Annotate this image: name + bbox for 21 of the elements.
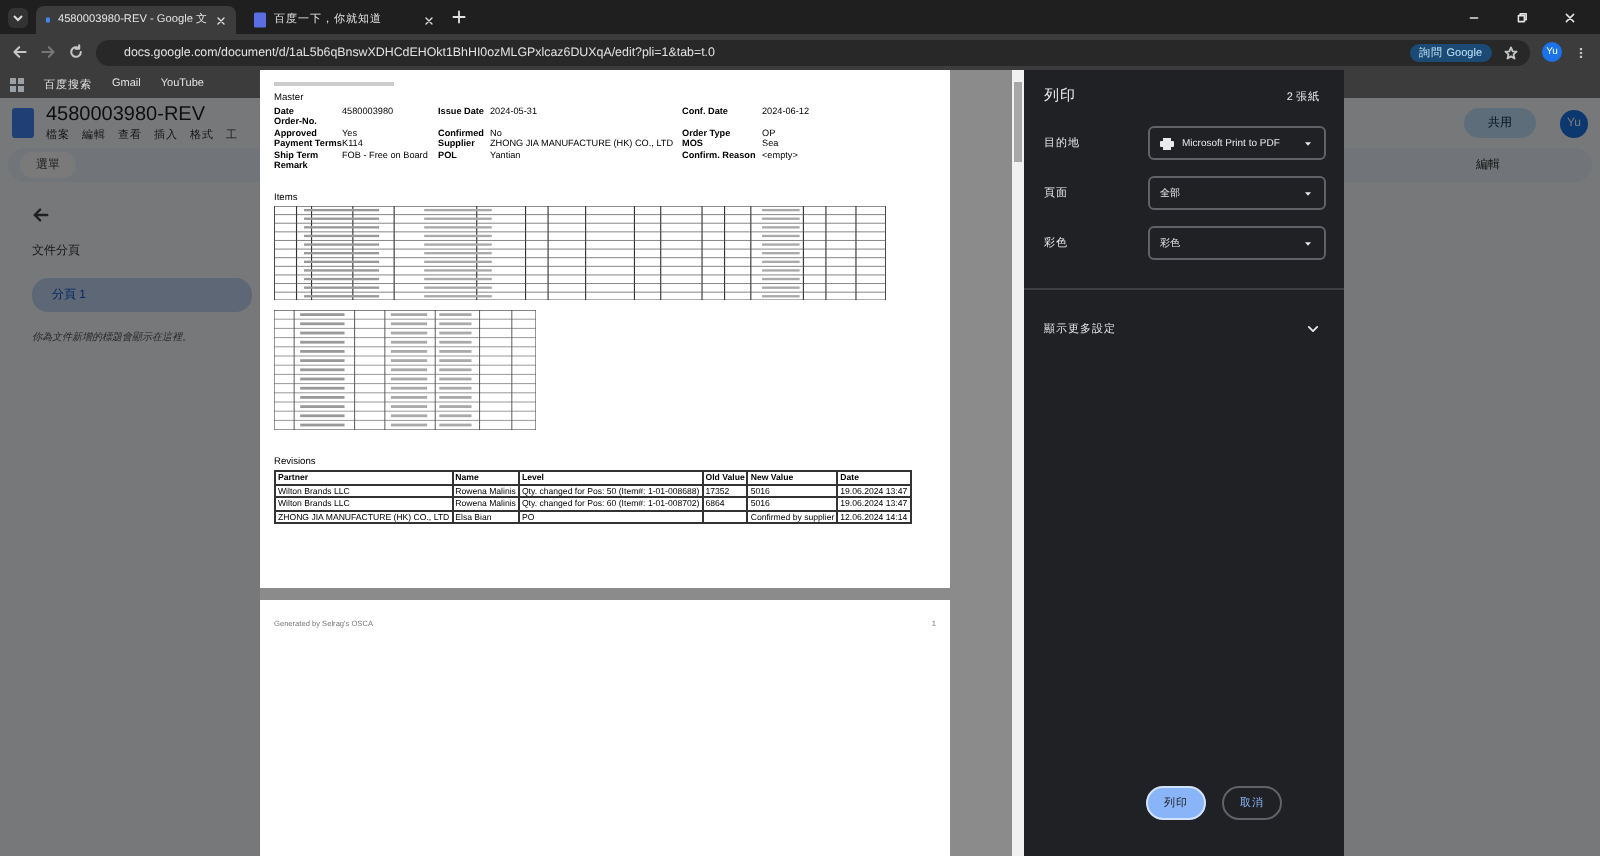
menu-icon[interactable] — [1574, 45, 1588, 59]
dropdown-caret-icon — [1302, 187, 1314, 199]
reload-icon[interactable] — [68, 44, 84, 60]
printer-icon — [1160, 137, 1174, 149]
restore-icon[interactable] — [1516, 11, 1528, 23]
document-title[interactable]: 4580003980-REV — [46, 104, 238, 126]
document-icon — [12, 108, 34, 138]
forward-icon[interactable] — [40, 44, 56, 60]
apps-icon[interactable] — [10, 77, 24, 91]
new-tab-icon[interactable] — [452, 10, 466, 24]
scrollbar[interactable] — [1012, 70, 1024, 856]
minimize-icon[interactable] — [1468, 11, 1480, 23]
dropdown-caret-icon — [1302, 237, 1314, 249]
close-icon[interactable] — [216, 15, 226, 25]
tab-search-icon[interactable] — [8, 7, 28, 27]
chevron-down-caret-icon — [1306, 322, 1320, 336]
table-cell — [702, 510, 748, 523]
star-icon[interactable] — [1504, 45, 1518, 59]
back-icon[interactable] — [32, 206, 50, 224]
close-icon[interactable] — [1564, 11, 1576, 23]
close-icon[interactable] — [424, 15, 434, 25]
